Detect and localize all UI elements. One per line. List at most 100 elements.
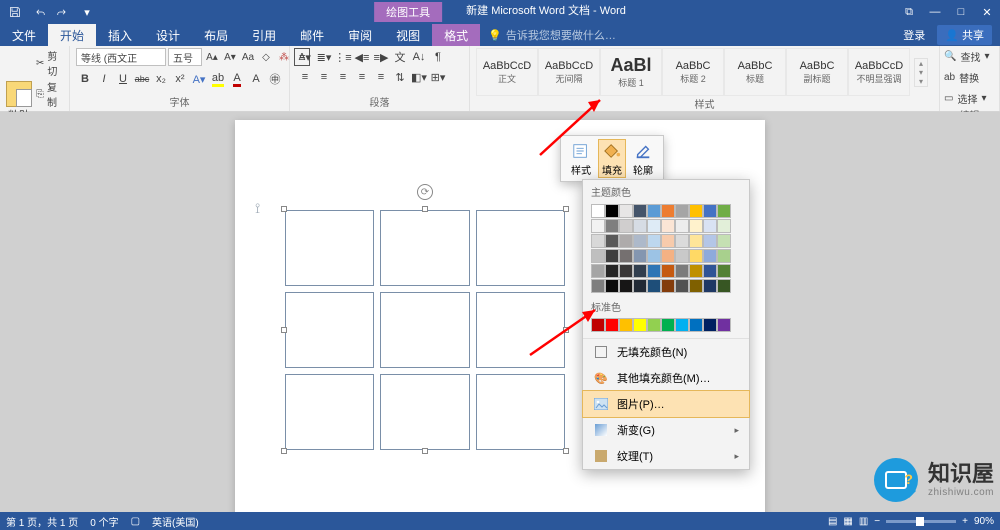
color-swatch[interactable] bbox=[647, 204, 661, 218]
style-item[interactable]: AaBbC副标题 bbox=[786, 48, 848, 96]
font-name-select[interactable]: 等线 (西文正 bbox=[76, 48, 166, 66]
style-item[interactable]: AaBbC标题 bbox=[724, 48, 786, 96]
color-swatch[interactable] bbox=[591, 264, 605, 278]
grid-cell[interactable] bbox=[476, 292, 565, 368]
underline-button[interactable]: U bbox=[114, 70, 132, 88]
color-swatch[interactable] bbox=[675, 249, 689, 263]
text-direction-icon[interactable]: 文 bbox=[391, 48, 409, 66]
color-swatch[interactable] bbox=[591, 318, 605, 332]
color-swatch[interactable] bbox=[591, 204, 605, 218]
distribute-icon[interactable]: ≡ bbox=[372, 68, 390, 86]
clear-format-icon[interactable]: ◇ bbox=[258, 48, 274, 66]
color-swatch[interactable] bbox=[703, 249, 717, 263]
gradient-fill-item[interactable]: 渐变(G)▸ bbox=[583, 417, 749, 443]
align-left-icon[interactable]: ≡ bbox=[296, 68, 314, 86]
tab-references[interactable]: 引用 bbox=[240, 24, 288, 46]
change-case-icon[interactable]: Aa bbox=[240, 48, 256, 66]
page-count[interactable]: 第 1 页，共 1 页 bbox=[6, 514, 78, 529]
color-swatch[interactable] bbox=[703, 264, 717, 278]
tab-view[interactable]: 视图 bbox=[384, 24, 432, 46]
language-status[interactable]: 英语(美国) bbox=[152, 514, 199, 529]
minimize-button[interactable]: — bbox=[922, 0, 948, 24]
color-swatch[interactable] bbox=[591, 249, 605, 263]
justify-icon[interactable]: ≡ bbox=[353, 68, 371, 86]
style-item[interactable]: AaBbCcD不明显强调 bbox=[848, 48, 910, 96]
color-swatch[interactable] bbox=[633, 219, 647, 233]
color-swatch[interactable] bbox=[675, 318, 689, 332]
color-swatch[interactable] bbox=[633, 318, 647, 332]
color-swatch[interactable] bbox=[703, 204, 717, 218]
color-swatch[interactable] bbox=[689, 318, 703, 332]
mini-fill-button[interactable]: 填充 bbox=[598, 139, 626, 178]
color-swatch[interactable] bbox=[619, 219, 633, 233]
char-shading-icon[interactable]: A bbox=[247, 70, 265, 88]
grid-cell[interactable] bbox=[285, 210, 374, 286]
color-swatch[interactable] bbox=[605, 318, 619, 332]
mini-style-button[interactable]: 样式 bbox=[567, 140, 595, 177]
color-swatch[interactable] bbox=[661, 279, 675, 293]
color-swatch[interactable] bbox=[675, 234, 689, 248]
spellcheck-icon[interactable]: ▢ bbox=[131, 516, 140, 527]
replace-button[interactable]: ab 替换 bbox=[944, 69, 979, 86]
decrease-indent-icon[interactable]: ◀≡ bbox=[353, 48, 371, 66]
bold-button[interactable]: B bbox=[76, 70, 94, 88]
resize-handle[interactable] bbox=[563, 206, 569, 212]
color-swatch[interactable] bbox=[647, 234, 661, 248]
color-swatch[interactable] bbox=[703, 279, 717, 293]
word-count[interactable]: 0 个字 bbox=[90, 514, 118, 529]
zoom-slider[interactable] bbox=[886, 520, 956, 523]
grid-cell[interactable] bbox=[476, 210, 565, 286]
color-swatch[interactable] bbox=[661, 219, 675, 233]
color-swatch[interactable] bbox=[647, 318, 661, 332]
resize-handle[interactable] bbox=[422, 206, 428, 212]
mini-outline-button[interactable]: 轮廓 bbox=[629, 140, 657, 177]
shading-icon[interactable]: ◧▾ bbox=[410, 68, 428, 86]
color-swatch[interactable] bbox=[703, 219, 717, 233]
save-icon[interactable] bbox=[4, 1, 26, 23]
color-swatch[interactable] bbox=[591, 219, 605, 233]
zoom-out-icon[interactable]: − bbox=[874, 516, 880, 527]
color-swatch[interactable] bbox=[661, 249, 675, 263]
color-swatch[interactable] bbox=[647, 264, 661, 278]
qat-customize-icon[interactable]: ▾ bbox=[76, 1, 98, 23]
style-item[interactable]: AaBl标题 1 bbox=[600, 48, 662, 96]
color-swatch[interactable] bbox=[647, 249, 661, 263]
color-swatch[interactable] bbox=[619, 318, 633, 332]
align-right-icon[interactable]: ≡ bbox=[334, 68, 352, 86]
grid-cell[interactable] bbox=[476, 374, 565, 450]
style-item[interactable]: AaBbCcD无间隔 bbox=[538, 48, 600, 96]
strike-button[interactable]: abc bbox=[133, 70, 151, 88]
increase-indent-icon[interactable]: ≡▶ bbox=[372, 48, 390, 66]
color-swatch[interactable] bbox=[605, 279, 619, 293]
color-swatch[interactable] bbox=[605, 234, 619, 248]
close-button[interactable]: ✕ bbox=[974, 0, 1000, 24]
share-button[interactable]: 👤 共享 bbox=[937, 25, 992, 45]
text-effects-icon[interactable]: A▾ bbox=[190, 70, 208, 88]
show-marks-icon[interactable]: ¶ bbox=[429, 48, 447, 66]
color-swatch[interactable] bbox=[689, 204, 703, 218]
color-swatch[interactable] bbox=[619, 234, 633, 248]
select-button[interactable]: ▭ 选择 ▾ bbox=[944, 90, 986, 107]
tab-file[interactable]: 文件 bbox=[0, 24, 48, 46]
align-center-icon[interactable]: ≡ bbox=[315, 68, 333, 86]
tab-review[interactable]: 审阅 bbox=[336, 24, 384, 46]
color-swatch[interactable] bbox=[661, 264, 675, 278]
color-swatch[interactable] bbox=[619, 204, 633, 218]
color-swatch[interactable] bbox=[675, 204, 689, 218]
shrink-font-icon[interactable]: A▾ bbox=[222, 48, 238, 66]
grid-cell[interactable] bbox=[380, 374, 469, 450]
grid-cell[interactable] bbox=[285, 374, 374, 450]
document-area[interactable]: ⟟ ⟳ bbox=[0, 112, 1000, 512]
grid-cell[interactable] bbox=[380, 210, 469, 286]
color-swatch[interactable] bbox=[661, 204, 675, 218]
color-swatch[interactable] bbox=[591, 279, 605, 293]
font-size-select[interactable]: 五号 bbox=[168, 48, 202, 66]
color-swatch[interactable] bbox=[717, 279, 731, 293]
styles-more-icon[interactable]: ▴▾▾ bbox=[914, 58, 928, 87]
color-swatch[interactable] bbox=[717, 204, 731, 218]
color-swatch[interactable] bbox=[703, 318, 717, 332]
tab-design[interactable]: 设计 bbox=[144, 24, 192, 46]
color-swatch[interactable] bbox=[633, 249, 647, 263]
cut-button[interactable]: ✂ 剪切 bbox=[36, 48, 63, 78]
color-swatch[interactable] bbox=[633, 279, 647, 293]
